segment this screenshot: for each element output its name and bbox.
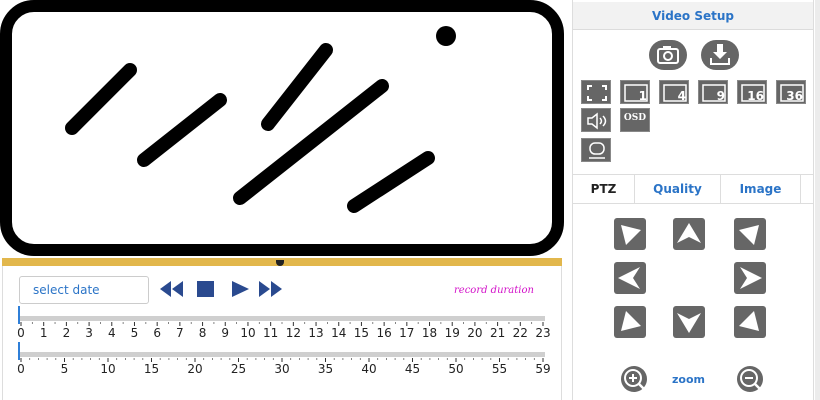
osd-button[interactable]: OSD	[620, 108, 650, 132]
minute-tick-label: 40	[361, 362, 377, 376]
minute-tick-label: 50	[448, 362, 464, 376]
scrollbar-track[interactable]	[815, 0, 820, 400]
ptz-left-button[interactable]	[614, 262, 646, 294]
hour-tick-label: 5	[130, 326, 139, 340]
minute-tick-label: 55	[491, 362, 508, 376]
layout-9-button[interactable]: 9	[698, 80, 728, 104]
tab-image[interactable]: Image	[721, 175, 801, 204]
ptz-down-button[interactable]	[673, 306, 705, 338]
ptz-up-right-button[interactable]	[734, 218, 766, 250]
hour-tick-label: 17	[399, 326, 415, 340]
playback-panel: record duration 012345678910111213141516…	[2, 266, 562, 400]
minute-tick-label: 15	[143, 362, 160, 376]
hour-tick-label: 9	[221, 326, 230, 340]
hour-tick-label: 16	[376, 326, 392, 340]
hour-tick-label: 21	[489, 326, 506, 340]
zoom-out-icon[interactable]	[733, 364, 771, 394]
video-viewport[interactable]	[0, 0, 570, 258]
layout-1-label: 1	[638, 89, 647, 103]
hour-tick-label: 3	[85, 326, 93, 340]
hour-tick-label: 10	[240, 326, 256, 340]
zoom-in-icon[interactable]	[617, 364, 655, 394]
layout-1-button[interactable]: 1	[620, 80, 650, 104]
play-icon[interactable]	[231, 280, 251, 302]
tab-ptz[interactable]: PTZ	[573, 175, 635, 204]
minute-tick-label: 0	[17, 362, 25, 376]
layout-4-label: 4	[677, 89, 686, 103]
hour-tick-label: 7	[176, 326, 184, 340]
tab-quality[interactable]: Quality	[635, 175, 721, 204]
hour-tick-label: 19	[444, 326, 460, 340]
chat-icon[interactable]	[581, 138, 611, 162]
hour-tick-label: 14	[331, 326, 347, 340]
minute-tick-label: 20	[187, 362, 203, 376]
hour-tick-label: 13	[308, 326, 324, 340]
hour-tick-label: 8	[198, 326, 207, 340]
layout-16-button[interactable]: 16	[737, 80, 767, 104]
fast-forward-icon[interactable]	[258, 280, 284, 302]
hour-tick-label: 6	[153, 326, 161, 340]
hour-tick-label: 11	[263, 326, 279, 340]
minute-timeline[interactable]: 0 5 10 15 20 25 30 35 40 45 50 55 59	[13, 340, 553, 380]
hour-tick-label: 4	[107, 326, 116, 340]
hour-tick-label: 20	[467, 326, 483, 340]
speaker-icon[interactable]	[581, 108, 611, 132]
layout-4-button[interactable]: 4	[659, 80, 689, 104]
panel-title: Video Setup	[573, 2, 813, 30]
layout-9-label: 9	[716, 89, 725, 103]
video-setup-panel: Video Setup 1 4 9 16 36 OSD PTZ Quality …	[572, 0, 814, 400]
minute-tick-label: 59	[535, 362, 551, 376]
hour-tick-label: 18	[421, 326, 438, 340]
ptz-up-left-button[interactable]	[614, 218, 646, 250]
hour-tick-label: 23	[535, 326, 551, 340]
hour-tick-label: 15	[353, 326, 370, 340]
hour-tick-label: 12	[285, 326, 301, 340]
record-duration-label: record duration	[454, 285, 534, 296]
minute-tick-label: 25	[230, 362, 247, 376]
osd-label: OSD	[623, 113, 647, 123]
hour-tick-label: 22	[512, 326, 528, 340]
minute-tick-label: 30	[274, 362, 290, 376]
ptz-down-right-button[interactable]	[734, 306, 766, 338]
minute-tick-label: 45	[404, 362, 421, 376]
zoom-label: zoom	[672, 373, 705, 386]
control-tabs: PTZ Quality Image	[573, 174, 813, 204]
no-video-placeholder-icon	[0, 0, 564, 256]
fullscreen-icon[interactable]	[581, 80, 611, 104]
hour-tick-label: 2	[62, 326, 71, 340]
camera-icon[interactable]	[649, 40, 687, 70]
layout-16-label: 16	[747, 89, 764, 103]
hour-tick-label: 1	[39, 326, 48, 340]
layout-36-button[interactable]: 36	[776, 80, 806, 104]
ptz-right-button[interactable]	[734, 262, 766, 294]
ptz-up-button[interactable]	[673, 218, 705, 250]
minute-tick-label: 35	[317, 362, 334, 376]
layout-36-label: 36	[786, 89, 803, 103]
download-icon[interactable]	[701, 40, 739, 70]
rewind-icon[interactable]	[159, 280, 185, 302]
hour-timeline[interactable]: 0 1 2 3 4 5 6 7 8 9 10 11 12 13 14 15 16 17 18 19 20 21 22 23	[13, 304, 553, 344]
date-picker-input[interactable]	[19, 276, 149, 304]
ptz-down-left-button[interactable]	[614, 306, 646, 338]
stop-icon[interactable]	[196, 280, 216, 302]
app-root: record duration 012345678910111213141516…	[0, 0, 820, 400]
hour-tick-label: 0	[17, 326, 25, 340]
minute-tick-label: 5	[60, 362, 69, 376]
minute-tick-label: 10	[100, 362, 116, 376]
